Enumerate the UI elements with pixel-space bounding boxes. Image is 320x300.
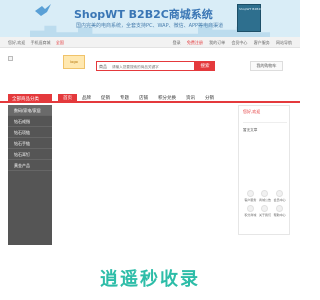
service-icon (246, 190, 254, 197)
sidebar-item-diamond-ring[interactable]: 钻石戒指 (8, 116, 52, 127)
main-nav: 全部商品分类 首页 品牌 促销 专题 店铺 积分兑换 资讯 分销 (0, 94, 300, 103)
sidebar-item-digital[interactable]: 数码/家电/家居 (8, 105, 52, 116)
notice-icon (261, 190, 269, 197)
sidebar-item-diamond-bracelet[interactable]: 钻石手链 (8, 138, 52, 149)
quick-link-help[interactable]: 帮助中心 (272, 205, 287, 217)
search-button[interactable]: 搜索 (195, 61, 215, 71)
product-box-label: ShopWT B2B2C (239, 7, 263, 11)
customer-service-link[interactable]: 客户服务 (254, 40, 270, 45)
panel-divider (243, 122, 287, 123)
login-link[interactable]: 登录 (173, 40, 181, 45)
member-icon (276, 190, 284, 197)
register-link[interactable]: 免费注册 (187, 40, 203, 45)
nav-link-news[interactable]: 资讯 (181, 94, 200, 103)
search-input[interactable] (112, 63, 192, 70)
nav-link-promotion[interactable]: 促销 (96, 94, 115, 103)
quick-link-label: 商城公告 (258, 198, 271, 202)
nav-link-brand[interactable]: 品牌 (77, 94, 96, 103)
banner-subtitle: 国内完美的电商系统，全套支持PC、WAP、微信、APP等电商渠道 (76, 23, 224, 29)
cart-button[interactable]: 我的购物车 (250, 61, 283, 71)
quick-link-label: 客户服务 (244, 198, 257, 202)
bird-icon (35, 4, 51, 16)
search-box: 商品 (96, 61, 195, 71)
quick-link-label: 积分商城 (244, 213, 257, 217)
quick-link-label: 会员中心 (273, 198, 286, 202)
broken-image-icon (8, 56, 13, 61)
sidebar-item-diamond-necklace[interactable]: 钻石项链 (8, 127, 52, 138)
header-banner: ShopWT B2B2C商城系统 国内完美的电商系统，全套支持PC、WAP、微信… (0, 0, 300, 37)
help-icon (276, 205, 284, 212)
nav-link-home[interactable]: 首页 (58, 94, 77, 103)
member-center-link[interactable]: 会员中心 (231, 40, 247, 45)
welcome-text: 您好,欢迎 (8, 40, 26, 45)
mobile-shop-link[interactable]: 手机逛商城 (31, 40, 51, 45)
top-bar: 您好,欢迎 手机逛商城 全国 登录 免费注册 我的订单 会员中心 客户服务 网站… (0, 37, 300, 48)
panel-welcome[interactable]: 您好,欢迎 (243, 109, 260, 115)
panel-notice: 暂无文章 (243, 128, 258, 132)
nav-link-distribution[interactable]: 分销 (200, 94, 219, 103)
site-logo[interactable]: logo (63, 55, 85, 69)
quick-link-points[interactable]: 积分商城 (243, 205, 258, 217)
quick-link-notice[interactable]: 商城公告 (258, 190, 273, 202)
banner-title: ShopWT B2B2C商城系统 (74, 8, 213, 21)
quick-link-about[interactable]: 关于我们 (258, 205, 273, 217)
product-box-graphic: ShopWT B2B2C (237, 4, 263, 32)
site-nav-link[interactable]: 网站导航 (276, 40, 292, 45)
nav-link-points[interactable]: 积分兑换 (153, 94, 181, 103)
category-sidebar: 数码/家电/家居 钻石戒指 钻石项链 钻石手链 钻石耳钉 黄金产品 (8, 105, 52, 245)
nav-link-topic[interactable]: 专题 (115, 94, 134, 103)
quick-link-label: 关于我们 (258, 213, 271, 217)
location-selector[interactable]: 全国 (56, 40, 64, 45)
quick-links-grid: 客户服务 商城公告 会员中心 积分商城 关于我们 帮助中心 (243, 190, 287, 217)
sidebar-item-gold[interactable]: 黄金产品 (8, 160, 52, 171)
sidebar-item-diamond-earring[interactable]: 钻石耳钉 (8, 149, 52, 160)
category-menu-header[interactable]: 全部商品分类 (8, 94, 52, 103)
about-icon (261, 205, 269, 212)
nav-link-store[interactable]: 店铺 (134, 94, 153, 103)
quick-link-label: 帮助中心 (273, 213, 286, 217)
user-info-panel: 您好,欢迎 暂无文章 客户服务 商城公告 会员中心 积分商城 关于我们 帮助中心 (238, 105, 290, 235)
points-icon (246, 205, 254, 212)
quick-link-service[interactable]: 客户服务 (243, 190, 258, 202)
quick-link-member[interactable]: 会员中心 (272, 190, 287, 202)
search-category-select[interactable]: 商品 (99, 64, 107, 70)
watermark-text: 逍遥秒收录 (100, 269, 200, 290)
my-orders-link[interactable]: 我的订单 (209, 40, 225, 45)
